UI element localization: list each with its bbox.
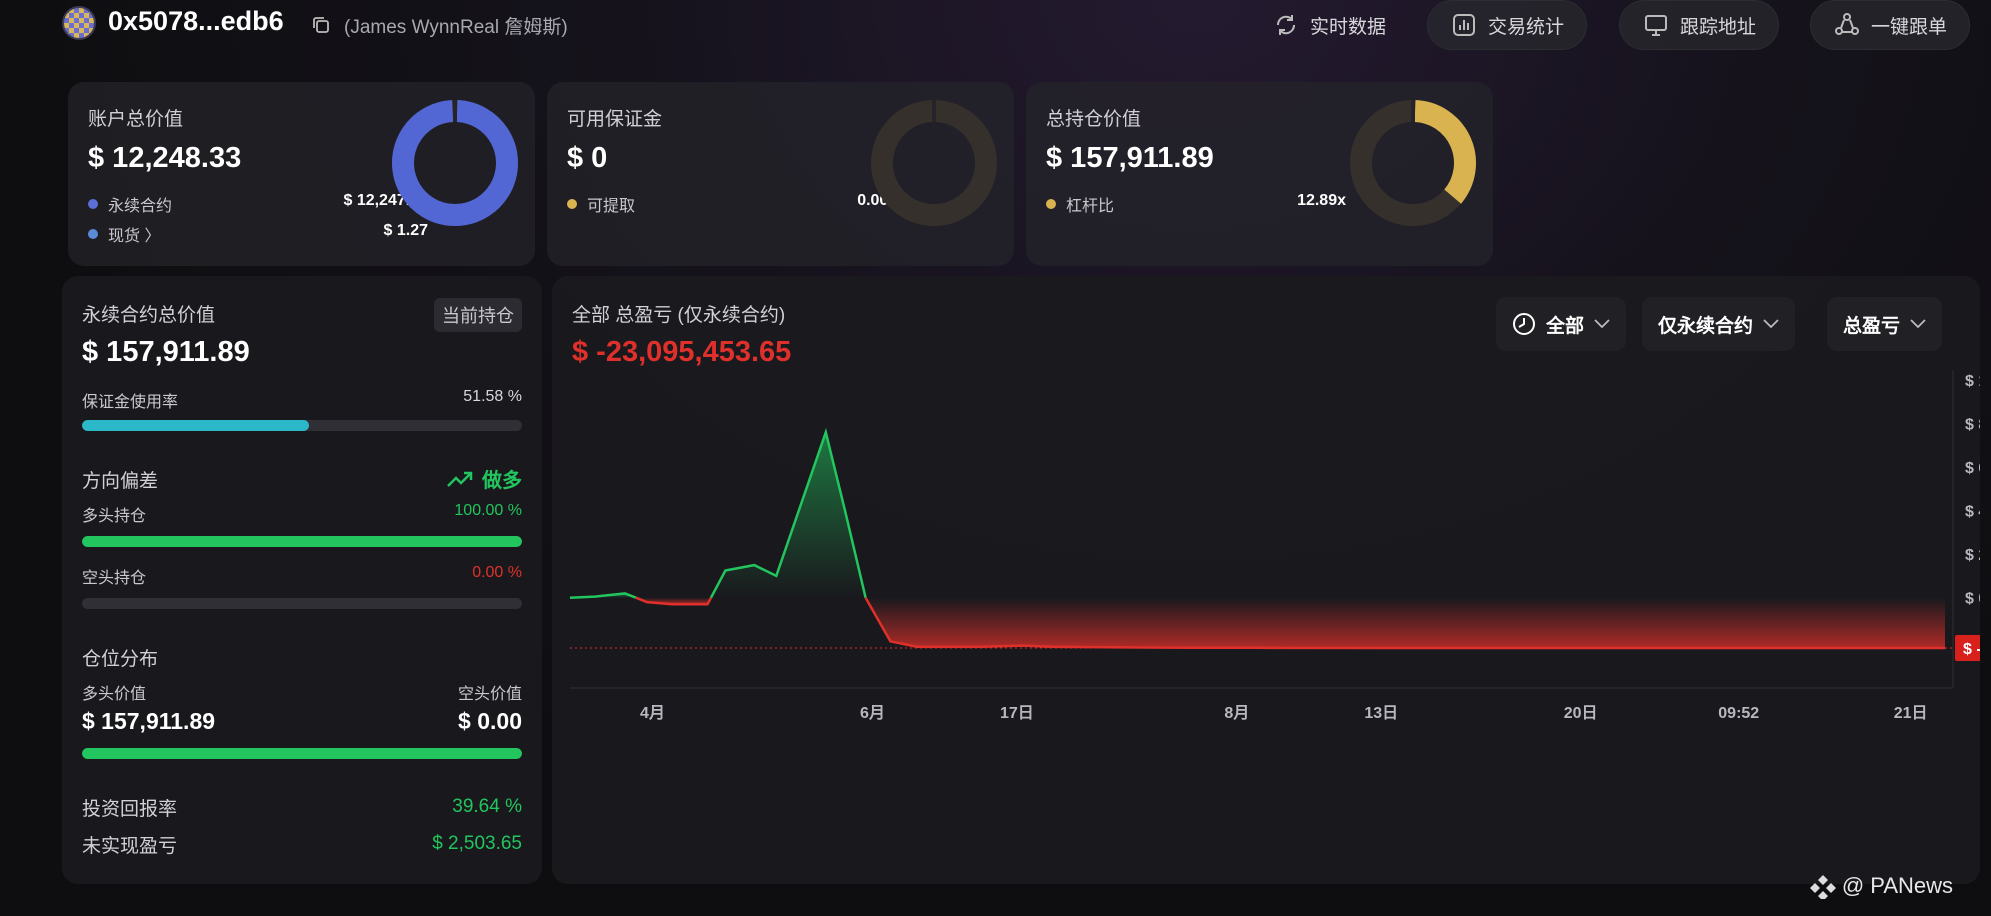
chart-title: 全部 总盈亏 (仅永续合约) [572, 305, 786, 326]
short-position-value: 0.00 % [472, 564, 522, 581]
account-value-card: 账户总价值 $ 12,248.33 永续合约 $ 12,247.06 现货 〉 … [68, 82, 535, 266]
margin-usage-label: 保证金使用率 [82, 394, 179, 411]
upnl-value: $ 2,503.65 [432, 833, 522, 854]
range-dropdown[interactable]: 全部 [1496, 297, 1627, 351]
short-position-label: 空头持仓 [82, 570, 147, 587]
card-label: 账户总价值 [88, 109, 184, 130]
legend-dot [1046, 199, 1056, 209]
account-donut [392, 100, 518, 226]
direction-label: 方向偏差 [82, 471, 159, 492]
bar-fill [82, 748, 522, 759]
bar-fill [82, 420, 309, 431]
long-value-label: 多头价值 [82, 686, 147, 703]
y-tick-label: $ 40,000,000.00 [1965, 504, 1980, 521]
copy-trade-button[interactable]: 一键跟单 [1810, 0, 1971, 50]
y-tick-label: $ 0.00 [1965, 591, 1980, 608]
roi-label: 投资回报率 [82, 799, 178, 820]
short-position-bar [82, 598, 522, 609]
available-margin-card: 可用保证金 $ 0 可提取 0.00 % [547, 82, 1014, 266]
chevron-down-icon [1910, 319, 1926, 329]
trend-up-icon [447, 471, 473, 487]
chevron-down-icon [1594, 319, 1610, 329]
x-tick-label: 20日 [1564, 704, 1598, 722]
clock-icon [1513, 313, 1535, 335]
position-value: $ 157,911.89 [1046, 142, 1214, 174]
monitor-icon [1645, 15, 1667, 36]
x-tick-label: 6月 [860, 704, 885, 722]
account-value: $ 12,248.33 [88, 142, 242, 174]
short-value-label: 空头价值 [457, 686, 522, 703]
track-address-button[interactable]: 跟踪地址 [1619, 0, 1780, 50]
y-tick-label: $ 20,000,000.00 [1965, 547, 1980, 564]
donut-segment [392, 100, 518, 226]
long-value: $ 157,911.89 [82, 708, 216, 734]
distribution-bar [82, 748, 522, 759]
legend-dot [88, 199, 98, 209]
distribution-label: 仓位分布 [82, 649, 159, 670]
x-tick-label: 09:52 [1718, 705, 1759, 722]
wallet-address: 0x5078...edb6 [108, 6, 284, 36]
copy-icon[interactable] [311, 15, 331, 35]
spot-link[interactable]: 现货 〉 [88, 222, 160, 246]
legend-row: 永续合约 [88, 192, 172, 216]
donut-segment [1414, 100, 1476, 204]
upnl-label: 未实现盈亏 [82, 836, 178, 857]
chevron-down-icon [1763, 319, 1779, 329]
direction-indicator: 做多 [446, 464, 522, 493]
positive-area [711, 432, 866, 598]
metric-dropdown[interactable]: 总盈亏 [1827, 297, 1943, 351]
long-position-bar [82, 536, 522, 547]
position-donut [1350, 100, 1476, 226]
current-position-tag[interactable]: 当前持仓 [434, 298, 522, 332]
stats-icon [1453, 14, 1475, 36]
avatar [62, 6, 96, 40]
trade-stats-button[interactable]: 交易统计 [1427, 0, 1588, 50]
card-label: 总持仓价值 [1046, 109, 1142, 130]
card-label: 可用保证金 [567, 109, 663, 130]
bar-fill [82, 536, 522, 547]
contract-type-dropdown[interactable]: 仅永续合约 [1642, 297, 1796, 351]
margin-usage-value: 51.58 % [463, 388, 522, 405]
total-pnl-value: $ -23,095,453.65 [572, 336, 792, 368]
wallet-alias: (James WynnReal 詹姆斯) [344, 17, 568, 38]
roi-value: 39.64 % [452, 796, 522, 817]
margin-value: $ 0 [567, 142, 608, 174]
long-position-label: 多头持仓 [82, 508, 147, 525]
realtime-data-button[interactable]: 实时数据 [1250, 0, 1408, 50]
perp-value-panel: 永续合约总价值 当前持仓 $ 157,911.89 保证金使用率 51.58 %… [62, 276, 542, 884]
negative-area [865, 597, 1945, 648]
donut-track [871, 100, 997, 226]
y-tick-label: $ 60,000,000.00 [1965, 460, 1980, 477]
panel-title: 永续合约总价值 [82, 305, 216, 326]
perp-value: $ 157,911.89 [82, 336, 250, 368]
y-tick-label: $ 100,000,000.00 [1965, 373, 1980, 390]
short-value: $ 0.00 [458, 708, 522, 734]
refresh-icon [1276, 15, 1296, 35]
total-position-card: 总持仓价值 $ 157,911.89 杠杆比 12.89x [1026, 82, 1493, 266]
share-icon [1835, 13, 1859, 35]
long-position-value: 100.00 % [454, 502, 522, 519]
top-bar: 0x5078...edb6 (James WynnReal 詹姆斯) 实时数据 … [0, 0, 1991, 50]
x-tick-label: 13日 [1364, 704, 1398, 722]
x-tick-label: 8月 [1224, 704, 1249, 722]
x-tick-label: 17日 [1000, 704, 1034, 722]
x-tick-label: 4月 [640, 704, 665, 722]
legend-value: 12.89x [1297, 192, 1346, 209]
legend-dot [567, 199, 577, 209]
watermark: @ PANews [1809, 873, 1953, 899]
margin-donut [871, 100, 997, 226]
panews-logo-icon [1809, 875, 1836, 899]
margin-usage-bar [82, 420, 522, 431]
last-value-label: $ -23,095,453.65 [1963, 641, 1980, 658]
legend-row: 杠杆比 [1046, 192, 1114, 216]
x-tick-label: 21日 [1894, 704, 1928, 722]
legend-row: 可提取 [567, 192, 635, 216]
y-tick-label: $ 80,000,000.00 [1965, 417, 1980, 434]
pnl-line-chart: $ 100,000,000.00 $ 80,000,000.00 $ 60,000,… [569, 370, 1980, 722]
legend-dot [88, 229, 98, 239]
